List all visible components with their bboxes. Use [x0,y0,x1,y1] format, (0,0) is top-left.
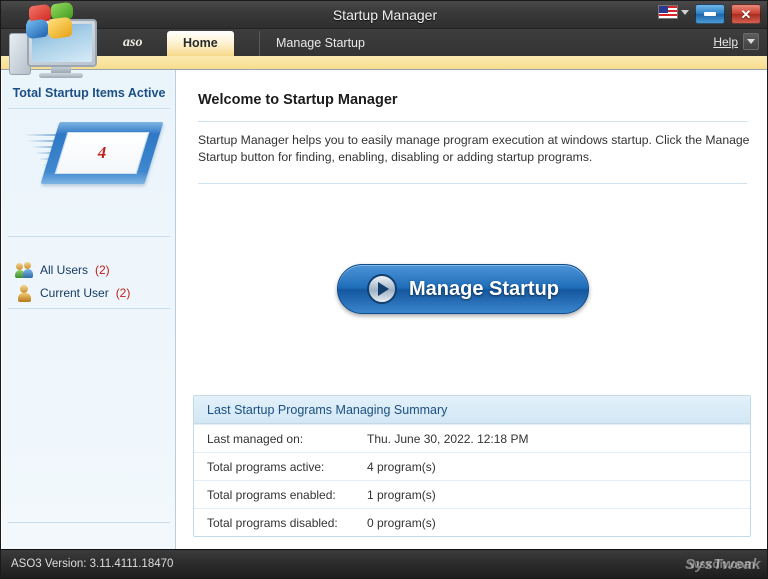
table-row: Total programs active: 4 program(s) [194,452,750,480]
tab-home[interactable]: Home [167,31,234,56]
sidebar: Total Startup Items Active 4 All Users (… [2,70,176,549]
chevron-down-icon [681,10,689,15]
sidebar-item-all-users[interactable]: All Users (2) [16,260,110,280]
tab-manage-startup[interactable]: Manage Startup [259,31,381,56]
summary-panel: Last Startup Programs Managing Summary L… [193,395,751,537]
sidebar-item-current-user[interactable]: Current User (2) [16,283,130,303]
startup-manager-window: Startup Manager ✕ aso Home Manage Startu… [0,0,768,579]
summary-value: 1 program(s) [367,488,750,502]
language-selector[interactable] [658,5,689,19]
multiple-users-icon [16,262,33,278]
monitor-base [39,73,83,78]
main-content: Welcome to Startup Manager Startup Manag… [177,70,766,549]
sidebar-title: Total Startup Items Active [2,86,176,100]
help-dropdown-button[interactable] [743,33,759,50]
divider [198,121,747,122]
summary-value: 4 program(s) [367,460,750,474]
windows-vista-icon [21,3,79,45]
divider [198,183,747,184]
help-area: Help [713,33,759,50]
windows-pane-yellow [48,16,72,39]
version-text: ASO3 Version: 3.11.4111.18470 [11,550,173,579]
all-users-label: All Users [40,263,88,277]
startup-count-graphic: 4 [24,120,156,190]
current-user-count: (2) [116,286,131,300]
summary-header: Last Startup Programs Managing Summary [194,396,750,424]
summary-value: Thu. June 30, 2022. 12:18 PM [367,432,750,446]
play-circle-icon [367,274,397,304]
table-row: Total programs enabled: 1 program(s) [194,480,750,508]
tab-bar: aso Home Manage Startup Help [1,29,768,56]
watermark-site: wsxdn.com [690,557,755,571]
status-bar: ASO3 Version: 3.11.4111.18470 SysTweak w… [1,549,768,578]
current-user-label: Current User [40,286,109,300]
help-link[interactable]: Help [713,35,738,49]
table-row: Last managed on: Thu. June 30, 2022. 12:… [194,424,750,452]
app-logo [5,3,103,85]
summary-label: Total programs disabled: [194,516,367,530]
manage-startup-button[interactable]: Manage Startup [337,264,589,314]
us-flag-icon [658,5,678,19]
summary-label: Total programs enabled: [194,488,367,502]
close-icon: ✕ [741,8,752,21]
windows-pane-blue [26,18,48,39]
divider [8,308,170,309]
startup-count-value: 4 [50,122,154,184]
minimize-icon [704,12,716,16]
divider [8,236,170,237]
all-users-count: (2) [95,263,110,277]
single-user-icon [16,285,33,301]
table-row: Total programs disabled: 0 program(s) [194,508,750,536]
minimize-button[interactable] [695,4,725,24]
page-description: Startup Manager helps you to easily mana… [198,132,754,166]
summary-label: Total programs active: [194,460,367,474]
divider [8,108,170,109]
close-button[interactable]: ✕ [731,4,761,24]
brand-label: aso [105,29,160,56]
divider [8,522,170,523]
gold-accent-strip [1,56,768,70]
summary-value: 0 program(s) [367,516,750,530]
summary-label: Last managed on: [194,432,367,446]
window-title: Startup Manager [1,1,768,29]
page-title: Welcome to Startup Manager [198,92,398,108]
manage-startup-label: Manage Startup [409,278,559,301]
chevron-down-icon [747,39,755,44]
title-bar: Startup Manager ✕ [1,1,768,29]
